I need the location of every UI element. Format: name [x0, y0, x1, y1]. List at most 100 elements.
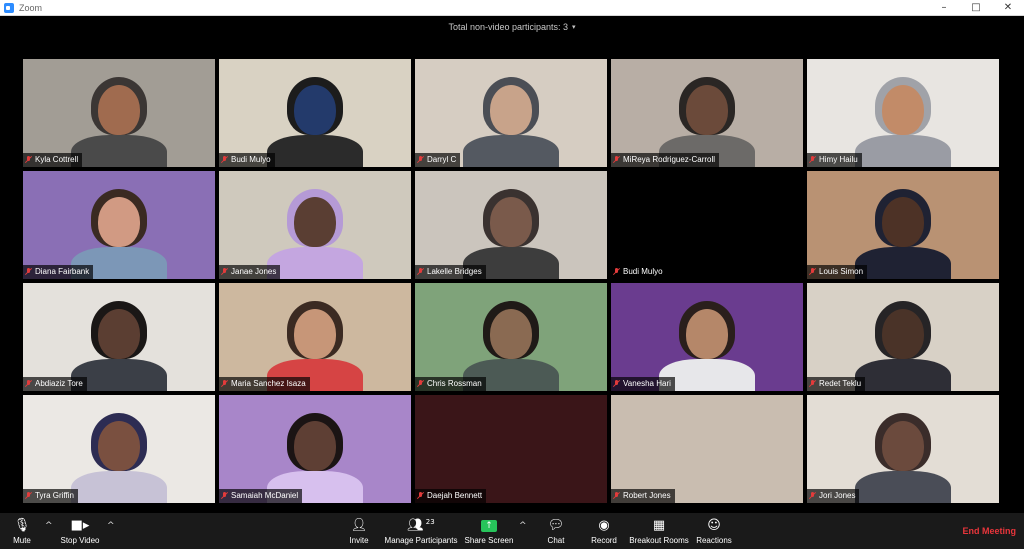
participant-tile[interactable]: Redet Teklu [807, 283, 999, 391]
torso-shape [463, 135, 559, 167]
participant-tile[interactable]: Louis Simon [807, 171, 999, 279]
record-label: Record [591, 535, 617, 545]
muted-mic-icon [809, 492, 816, 500]
face-shape [686, 309, 728, 359]
participant-tile[interactable]: Lakelle Bridges [415, 171, 607, 279]
participant-tile[interactable]: Vanesha Hari [611, 283, 803, 391]
participant-video [659, 291, 755, 391]
participant-video [855, 179, 951, 279]
participant-nameplate: MiReya Rodriguez-Carroll [611, 153, 720, 167]
muted-mic-icon [25, 156, 32, 164]
maximize-button[interactable]: □ [960, 0, 992, 16]
participant-video [855, 67, 951, 167]
participant-tile[interactable]: Darryl C [415, 59, 607, 167]
participant-nameplate: Maria Sanchez Isaza [219, 377, 310, 391]
stop-video-button[interactable]: ■▸ Stop Video [58, 513, 102, 549]
invite-button[interactable]: 👤︎ Invite [345, 513, 373, 549]
face-shape [294, 421, 336, 471]
participant-tile[interactable]: Maria Sanchez Isaza [219, 283, 411, 391]
participant-video [463, 67, 559, 167]
non-video-participants-label: Total non-video participants: 3 [448, 22, 569, 32]
window-titlebar: Zoom – □ ✕ [0, 0, 1024, 16]
participant-tile[interactable]: Abdiaziz Tore [23, 283, 215, 391]
participant-video [71, 291, 167, 391]
participant-tile[interactable]: Daejah Bennett [415, 395, 607, 503]
mute-button[interactable]: 🎙︎ Mute [8, 513, 36, 549]
participant-video [855, 403, 951, 503]
participant-name: Budi Mulyo [231, 155, 271, 164]
chat-bubble-icon: 💬︎ [547, 518, 565, 533]
participant-tile[interactable]: Janae Jones [219, 171, 411, 279]
end-meeting-button[interactable]: End Meeting [963, 526, 1017, 536]
share-screen-icon: ↑ [481, 518, 497, 534]
share-options-caret-icon[interactable]: ^ [519, 521, 527, 531]
participant-tile[interactable]: MiReya Rodriguez-Carroll [611, 59, 803, 167]
participant-tile[interactable]: Chris Rossman [415, 283, 607, 391]
participant-tile[interactable]: Diana Fairbank [23, 171, 215, 279]
manage-participants-button[interactable]: 👥︎ 23 Manage Participants [383, 513, 459, 549]
muted-mic-icon [417, 268, 424, 276]
muted-mic-icon [809, 380, 816, 388]
participant-tile[interactable]: Tyra Griffin [23, 395, 215, 503]
video-options-caret-icon[interactable]: ^ [107, 521, 115, 531]
participant-tile[interactable]: Kyla Cottrell [23, 59, 215, 167]
breakout-rooms-button[interactable]: ▦ Breakout Rooms [629, 513, 689, 549]
participant-video [659, 67, 755, 167]
mute-label: Mute [13, 535, 31, 545]
participant-name: Kyla Cottrell [35, 155, 79, 164]
non-video-participants-toggle[interactable]: Total non-video participants: 3 ▾ [448, 22, 575, 32]
participant-nameplate: Vanesha Hari [611, 377, 675, 391]
muted-mic-icon [221, 380, 228, 388]
muted-mic-icon [613, 380, 620, 388]
participant-nameplate: Darryl C [415, 153, 461, 167]
participant-nameplate: Samaiah McDaniel [219, 489, 303, 503]
participant-nameplate: Janae Jones [219, 265, 281, 279]
participant-nameplate: Lakelle Bridges [415, 265, 486, 279]
participant-nameplate: Kyla Cottrell [23, 153, 83, 167]
participant-video [267, 291, 363, 391]
participant-tile[interactable]: Himy Hailu [807, 59, 999, 167]
face-shape [98, 85, 140, 135]
breakout-rooms-label: Breakout Rooms [629, 535, 689, 545]
participant-video [71, 67, 167, 167]
torso-shape [855, 247, 951, 279]
participant-nameplate: Jori Jones [807, 489, 860, 503]
muted-mic-icon [613, 268, 620, 276]
reactions-button[interactable]: ☺ Reactions [696, 513, 732, 549]
participant-name: Louis Simon [819, 267, 864, 276]
muted-mic-icon [613, 492, 620, 500]
minimize-button[interactable]: – [928, 0, 960, 16]
face-shape [490, 197, 532, 247]
zoom-app-icon [4, 2, 14, 13]
video-camera-icon: ■▸ [70, 518, 90, 533]
meeting-topbar: Total non-video participants: 3 ▾ [0, 16, 1024, 38]
torso-shape [855, 359, 951, 391]
face-shape [882, 421, 924, 471]
muted-mic-icon [809, 156, 816, 164]
invite-label: Invite [349, 535, 369, 545]
muted-mic-icon [417, 492, 424, 500]
participant-tile[interactable]: Robert Jones [611, 395, 803, 503]
share-screen-button[interactable]: ↑ Share Screen [464, 513, 514, 549]
participant-tile[interactable]: Jori Jones [807, 395, 999, 503]
close-button[interactable]: ✕ [992, 0, 1024, 16]
participant-video [855, 291, 951, 391]
participant-tile[interactable]: Budi Mulyo [219, 59, 411, 167]
face-shape [882, 85, 924, 135]
muted-mic-icon [221, 156, 228, 164]
caret-down-icon: ▾ [572, 24, 576, 31]
chat-button[interactable]: 💬︎ Chat [544, 513, 568, 549]
audio-options-caret-icon[interactable]: ^ [45, 521, 53, 531]
muted-mic-icon [221, 492, 228, 500]
record-button[interactable]: ◉ Record [590, 513, 618, 549]
video-background [415, 395, 607, 503]
participant-nameplate: Robert Jones [611, 489, 675, 503]
torso-shape [71, 135, 167, 167]
participant-nameplate: Chris Rossman [415, 377, 486, 391]
participant-count: 23 [425, 517, 435, 526]
participant-tile[interactable]: Samaiah McDaniel [219, 395, 411, 503]
participant-tile[interactable]: Budi Mulyo [611, 171, 803, 279]
muted-mic-icon [221, 268, 228, 276]
face-shape [98, 421, 140, 471]
participant-nameplate: Daejah Bennett [415, 489, 487, 503]
